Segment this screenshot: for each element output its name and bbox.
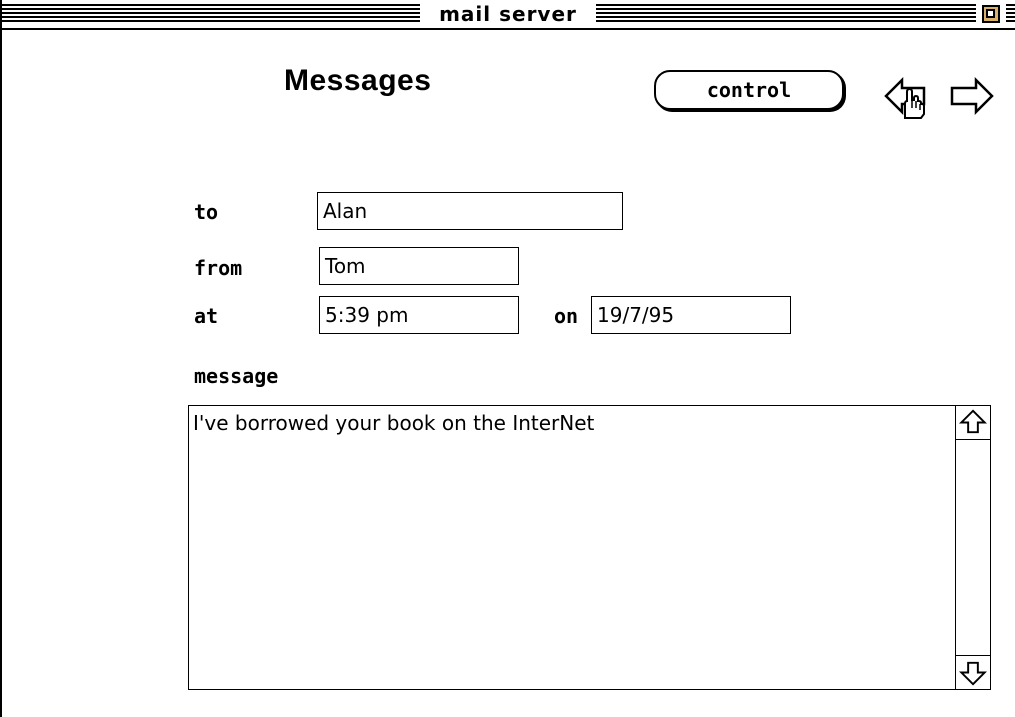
to-field[interactable]: Alan	[317, 192, 623, 230]
title-bar-stripes	[1006, 4, 1015, 24]
mail-server-window: mail server Messages control to Alan fro…	[0, 0, 1015, 717]
page-title: Messages	[284, 64, 432, 97]
on-label: on	[554, 304, 579, 328]
title-bar-stripes	[2, 4, 420, 24]
title-bar[interactable]: mail server	[2, 0, 1015, 30]
vertical-scrollbar[interactable]	[955, 406, 990, 689]
title-bar-stripes	[596, 4, 976, 24]
window-title: mail server	[420, 1, 596, 27]
message-label: message	[194, 364, 279, 388]
scroll-up-arrow-icon[interactable]	[956, 406, 990, 440]
time-field[interactable]: 5:39 pm	[319, 296, 519, 334]
scroll-down-arrow-icon[interactable]	[956, 655, 990, 689]
date-field[interactable]: 19/7/95	[591, 296, 791, 334]
forward-arrow-icon[interactable]	[948, 74, 994, 120]
at-label: at	[194, 304, 219, 328]
to-label: to	[194, 200, 219, 224]
message-textarea[interactable]: I've borrowed your book on the InterNet	[188, 405, 991, 690]
zoom-box-icon[interactable]	[982, 5, 1000, 23]
message-text[interactable]: I've borrowed your book on the InterNet	[193, 410, 594, 436]
back-arrow-icon[interactable]	[884, 74, 930, 120]
from-label: from	[194, 256, 243, 280]
control-button[interactable]: control	[654, 70, 844, 110]
from-field[interactable]: Tom	[319, 247, 519, 285]
